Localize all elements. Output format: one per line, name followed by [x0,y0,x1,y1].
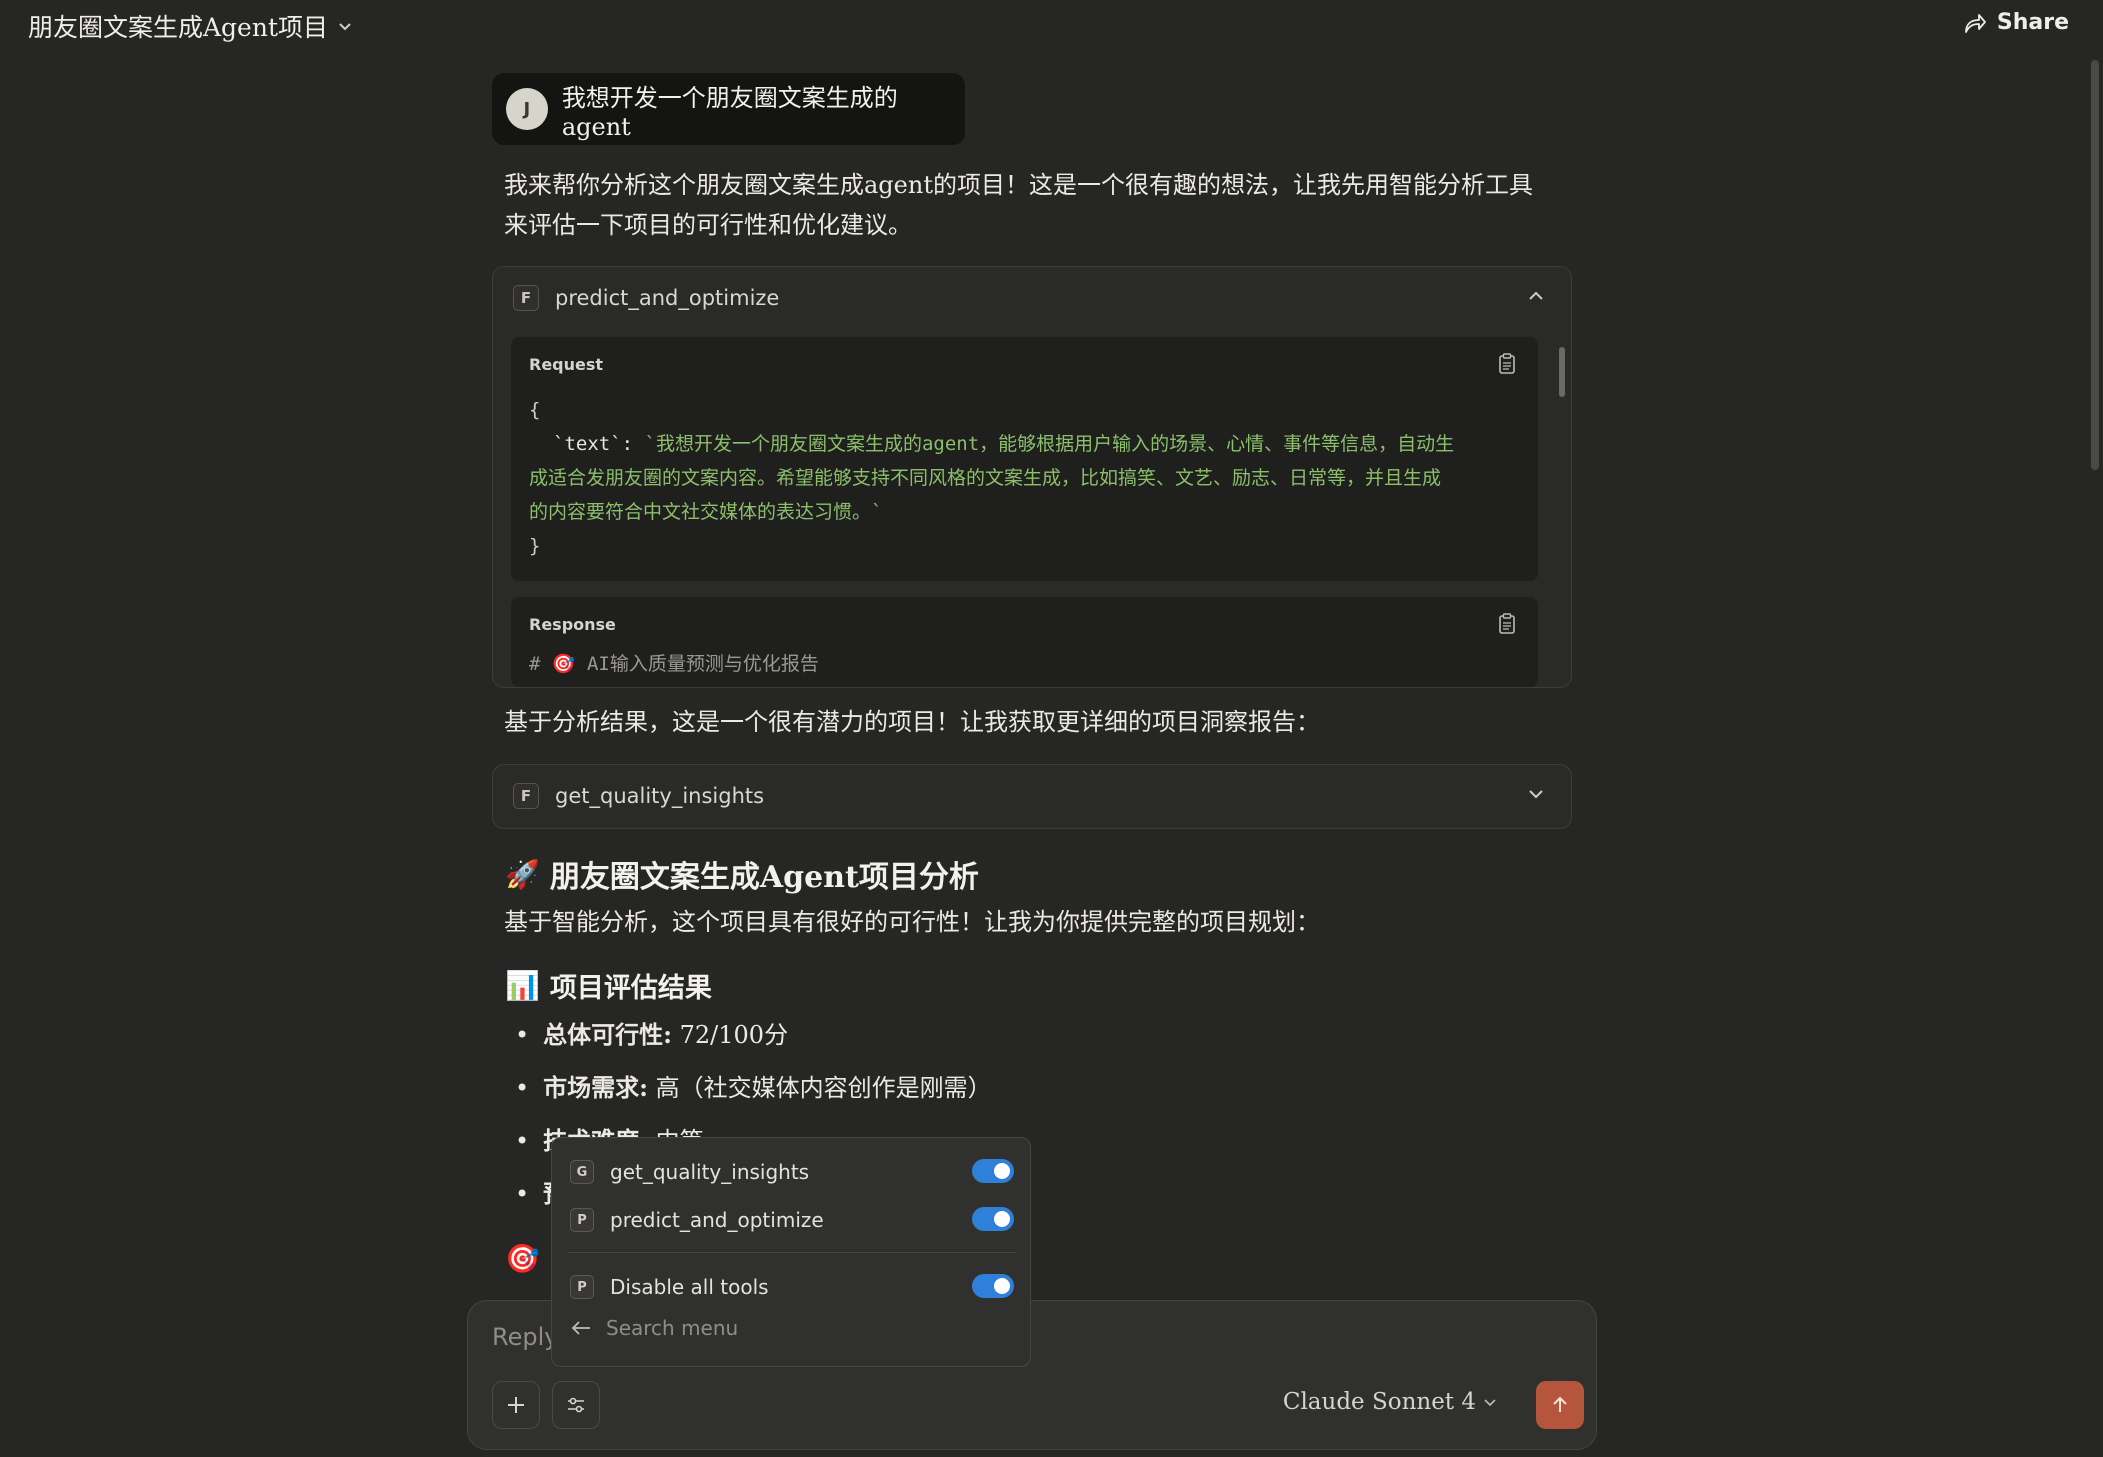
search-menu-input[interactable]: Search menu [606,1316,738,1340]
menu-item-label: predict_and_optimize [610,1208,824,1232]
arrow-left-icon[interactable] [570,1319,592,1337]
intro-line: 来评估一下项目的可行性和优化建议。 [504,211,912,239]
section-title: 📊 项目评估结果 [505,966,712,1005]
share-label: Share [1996,10,2069,35]
chevron-down-icon [1484,1399,1496,1407]
tool-call-get-quality-insights[interactable]: F get_quality_insights [492,764,1572,829]
tool-name: get_quality_insights [555,784,765,808]
tool-scrollbar-thumb[interactable] [1559,347,1565,397]
item-value: 72/100分 [672,1021,789,1049]
item-label: 市场需求: [543,1073,649,1102]
share-icon [1964,13,1986,33]
section-title-text: 项目评估结果 [549,973,712,1004]
share-button[interactable]: Share [1963,10,2069,35]
response-block: Response # 🎯 AI输入质量预测与优化报告 [511,597,1538,687]
user-message-text: 我想开发一个朋友圈文案生成的agent [561,83,898,141]
chevron-up-icon[interactable] [1525,285,1547,307]
function-badge: F [513,783,539,809]
menu-divider [568,1252,1016,1253]
reply-input[interactable]: Reply [492,1323,558,1351]
list-item: • 市场需求: 高（社交媒体内容创作是刚需） [515,1073,992,1102]
tool-toggle[interactable] [972,1207,1014,1231]
menu-item-label: Disable all tools [610,1275,769,1299]
avatar: J [506,88,548,130]
sliders-icon [568,1397,584,1413]
item-label: 总体可行性: [543,1020,673,1049]
function-badge: F [513,285,539,311]
response-label: Response [529,615,616,634]
assistant-intro: 我来帮你分析这个朋友圈文案生成agent的项目！这是一个很有趣的想法，让我先用智… [504,165,1533,245]
response-preview: # 🎯 AI输入质量预测与优化报告 [529,653,819,675]
tool-call-predict-and-optimize: F predict_and_optimize Request { `text`:… [492,266,1572,688]
json-value-line: 成适合发朋友圈的文案内容。希望能够支持不同风格的文案生成，比如搞笑、文艺、励志、… [529,467,1442,489]
request-json: { `text`: `我想开发一个朋友圈文案生成的agent，能够根据用户输入的… [529,393,1519,563]
plus-icon [508,1397,524,1413]
assistant-mid-text: 基于分析结果，这是一个很有潜力的项目！让我获取更详细的项目洞察报告： [504,708,1320,736]
page-scrollbar[interactable] [2091,60,2099,470]
chevron-down-icon [339,23,351,31]
menu-item-disable-all-tools[interactable]: P Disable all tools [570,1267,1014,1307]
tool-call-header[interactable]: F predict_and_optimize [493,267,1571,329]
project-title: 朋友圈文案生成Agent项目 [28,13,329,42]
clipboard-icon[interactable] [1498,613,1516,635]
json-value-line: 的内容要符合中文社交媒体的表达习惯。` [529,501,883,523]
model-selector[interactable]: Claude Sonnet 4 [1283,1389,1498,1415]
tool-toggle[interactable] [972,1159,1014,1183]
item-value: 高（社交媒体内容创作是刚需） [648,1074,992,1102]
tool-call-header[interactable]: F get_quality_insights [493,765,1571,827]
analysis-title: 🚀 朋友圈文案生成Agent项目分析 [505,852,979,896]
send-button[interactable] [1536,1381,1584,1429]
next-section-title: 🎯 [505,1242,540,1275]
request-label: Request [529,355,604,374]
json-open-brace: { [529,399,541,421]
bar-chart-icon: 📊 [505,969,540,1002]
chevron-down-icon[interactable] [1525,783,1547,805]
rocket-icon: 🚀 [505,857,540,891]
analysis-subtitle: 基于智能分析，这个项目具有很好的可行性！让我为你提供完整的项目规划： [504,908,1320,936]
analysis-title-text: 朋友圈文案生成Agent项目分析 [549,860,979,895]
tool-badge: P [570,1208,594,1232]
tool-name: predict_and_optimize [555,286,780,310]
top-bar: 朋友圈文案生成Agent项目 Share [0,0,2103,52]
tool-badge: P [570,1275,594,1299]
tool-scrollbar[interactable] [1557,333,1567,688]
tools-settings-button[interactable] [552,1381,600,1429]
project-title-dropdown[interactable]: 朋友圈文案生成Agent项目 [28,8,354,44]
user-message: J 我想开发一个朋友圈文案生成的agent [492,73,965,145]
list-item: • 总体可行性: 72/100分 [515,1020,789,1049]
clipboard-icon[interactable] [1498,353,1516,375]
arrow-up-icon [1553,1396,1567,1412]
tools-menu: G get_quality_insights P predict_and_opt… [551,1137,1031,1367]
json-close-brace: } [529,535,541,557]
intro-line: 我来帮你分析这个朋友圈文案生成agent的项目！这是一个很有趣的想法，让我先用智… [504,171,1533,199]
json-value-line: `我想开发一个朋友圈文案生成的agent，能够根据用户输入的场景、心情、事件等信… [644,433,1455,455]
disable-all-toggle[interactable] [972,1274,1014,1298]
menu-search[interactable]: Search menu [570,1316,738,1340]
menu-item-get-quality-insights[interactable]: G get_quality_insights [570,1152,1014,1192]
tool-badge: G [570,1160,594,1184]
target-icon: 🎯 [505,1242,540,1275]
menu-item-predict-and-optimize[interactable]: P predict_and_optimize [570,1200,1014,1240]
model-name: Claude Sonnet 4 [1282,1389,1476,1415]
add-button[interactable] [492,1381,540,1429]
request-block: Request { `text`: `我想开发一个朋友圈文案生成的agent，能… [511,337,1538,581]
json-key: `text`: [553,433,634,455]
menu-item-label: get_quality_insights [610,1160,810,1184]
